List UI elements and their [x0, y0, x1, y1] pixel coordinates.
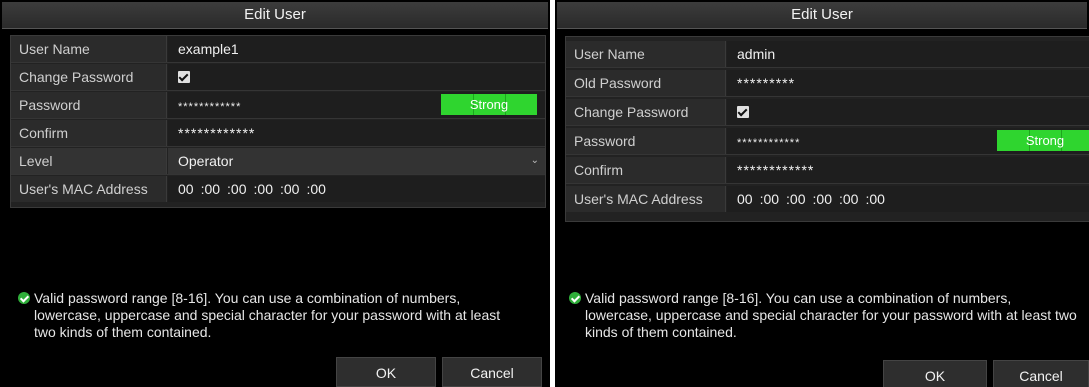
user-form: User Name example1 Change Password Passw… [10, 35, 546, 208]
change-password-cell [168, 64, 545, 90]
user-form: User Name admin Old Password ********* C… [565, 36, 1089, 222]
password-label: Password [11, 92, 167, 118]
ok-button[interactable]: OK [883, 360, 987, 387]
mac-octet: :00 [253, 181, 273, 197]
change-password-row: Change Password [566, 99, 1089, 126]
mac-address-input[interactable]: 00 :00 :00 :00 :00 :00 [168, 176, 545, 202]
password-strength-label: Strong [1025, 133, 1065, 148]
chevron-down-icon: ⌄ [530, 155, 539, 166]
user-name-row: User Name admin [566, 41, 1089, 68]
confirm-input[interactable]: ************ [168, 120, 545, 146]
mac-octet: :00 [759, 191, 780, 207]
dialog-title: Edit User [2, 2, 548, 29]
mac-label: User's MAC Address [566, 186, 726, 212]
password-label: Password [566, 128, 726, 154]
check-circle-icon [569, 292, 581, 304]
change-password-cell [727, 99, 1089, 125]
password-row: Password ************ Strong [11, 92, 545, 119]
level-row: Level Operator ⌄ [11, 148, 545, 175]
level-value: Operator [178, 153, 234, 169]
mac-octet: :00 [838, 191, 859, 207]
password-hint-text: Valid password range [8-16]. You can use… [34, 290, 501, 340]
change-password-checkbox[interactable] [737, 106, 749, 118]
password-strength-meter: Strong [441, 94, 537, 115]
mac-octet: :00 [200, 181, 221, 197]
edit-user-dialog-right: Edit User User Name admin Old Password *… [555, 0, 1089, 387]
user-name-label: User Name [11, 36, 167, 62]
old-password-label: Old Password [566, 70, 726, 96]
confirm-row: Confirm ************ [566, 157, 1089, 184]
password-hint: Valid password range [8-16]. You can use… [569, 290, 1081, 341]
confirm-label: Confirm [11, 120, 167, 146]
password-cell: ************ Strong [727, 128, 1089, 154]
password-hint-text: Valid password range [8-16]. You can use… [585, 290, 1077, 340]
mac-octet: :00 [227, 181, 247, 197]
change-password-row: Change Password [11, 64, 545, 91]
user-name-row: User Name example1 [11, 36, 545, 63]
mac-row: User's MAC Address 00 :00 :00 :00 :00 :00 [11, 176, 545, 202]
confirm-label: Confirm [566, 157, 726, 183]
mac-octet: :00 [865, 191, 885, 207]
password-strength-label: Strong [469, 97, 509, 112]
dialog-title: Edit User [557, 2, 1087, 29]
mac-octet: :00 [786, 191, 806, 207]
mac-octet: 00 [178, 181, 194, 197]
password-row: Password ************ Strong [566, 128, 1089, 155]
user-name-input[interactable]: admin [727, 41, 1089, 67]
check-circle-icon [18, 292, 30, 304]
password-input[interactable]: ************ [178, 101, 241, 113]
change-password-label: Change Password [566, 99, 726, 125]
password-input[interactable]: ************ [737, 137, 800, 149]
cancel-button[interactable]: Cancel [993, 360, 1089, 387]
change-password-label: Change Password [11, 64, 167, 90]
confirm-row: Confirm ************ [11, 120, 545, 147]
user-name-label: User Name [566, 41, 726, 67]
old-password-input[interactable]: ********* [727, 70, 1089, 96]
mac-address-input[interactable]: 00 :00 :00 :00 :00 :00 [727, 186, 1089, 212]
cancel-button[interactable]: Cancel [442, 357, 542, 387]
level-label: Level [11, 148, 167, 174]
level-select[interactable]: Operator ⌄ [168, 148, 545, 174]
mac-octet: :00 [812, 191, 832, 207]
edit-user-dialog-left: Edit User User Name example1 Change Pass… [0, 0, 550, 387]
mac-octet: :00 [279, 181, 300, 197]
password-strength-meter: Strong [997, 130, 1089, 151]
mac-octet: :00 [306, 181, 326, 197]
confirm-input[interactable]: ************ [727, 157, 1089, 183]
mac-row: User's MAC Address 00 :00 :00 :00 :00 :00 [566, 186, 1089, 212]
user-name-input[interactable]: example1 [168, 36, 545, 62]
old-password-row: Old Password ********* [566, 70, 1089, 97]
change-password-checkbox[interactable] [178, 71, 190, 83]
password-hint: Valid password range [8-16]. You can use… [18, 290, 518, 341]
password-cell: ************ Strong [168, 92, 545, 118]
mac-label: User's MAC Address [11, 176, 167, 202]
mac-octet: 00 [737, 191, 753, 207]
ok-button[interactable]: OK [336, 357, 436, 387]
